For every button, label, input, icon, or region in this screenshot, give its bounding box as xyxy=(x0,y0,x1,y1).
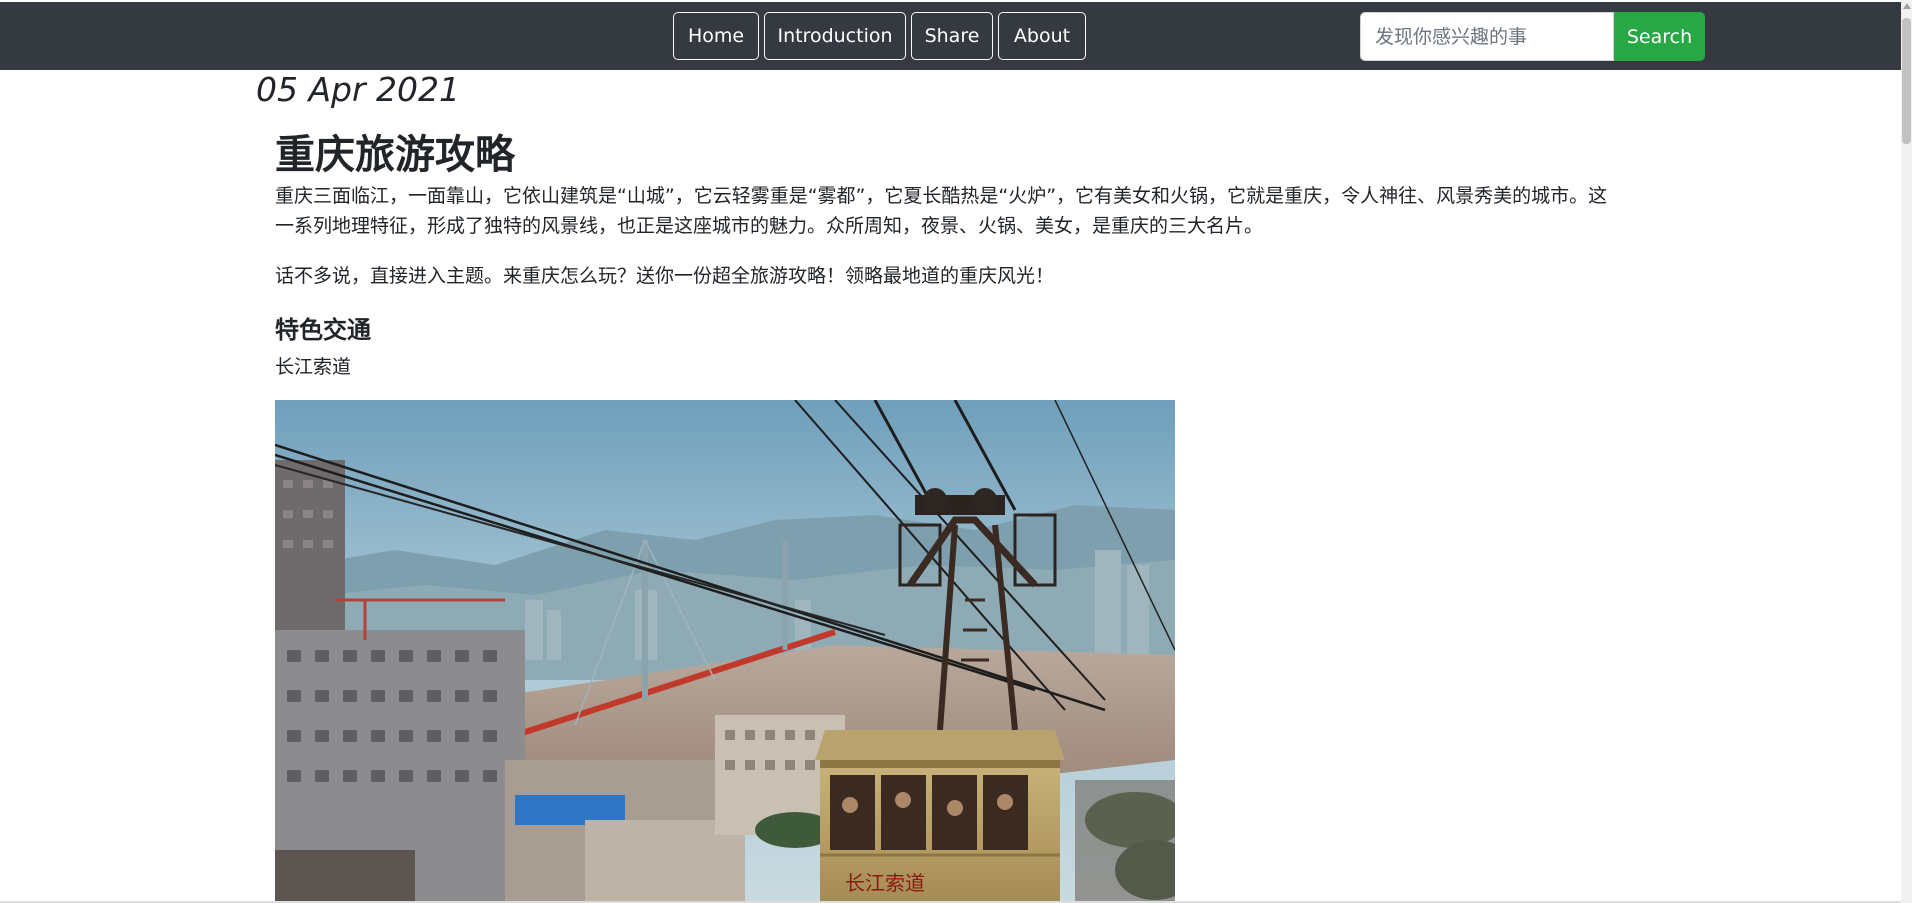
cabin-sign-text: 长江索道 xyxy=(845,871,925,895)
nav-introduction-button[interactable]: Introduction xyxy=(764,12,906,60)
nav-share-button[interactable]: Share xyxy=(911,12,993,60)
scroll-up-arrow-icon[interactable] xyxy=(1903,3,1911,9)
nav-about-button[interactable]: About xyxy=(998,12,1086,60)
article-intro-paragraph: 重庆三面临江，一面靠山，它依山建筑是“山城”，它云轻雾重是“雾都”，它夏长酷热是… xyxy=(275,185,1608,237)
search-input[interactable] xyxy=(1360,12,1614,61)
section-heading: 特色交通 xyxy=(275,316,371,344)
search-button[interactable]: Search xyxy=(1614,12,1705,61)
article-title: 重庆旅游攻略 xyxy=(275,132,515,178)
item-title: 长江索道 xyxy=(275,356,352,378)
scrollbar-thumb[interactable] xyxy=(1902,18,1911,144)
post-date: 05 Apr 2021 xyxy=(256,70,461,109)
nav-home-button[interactable]: Home xyxy=(673,12,759,60)
top-navbar: Home Introduction Share About Search xyxy=(0,2,1901,70)
yangtze-cableway-photo: 长江索道 xyxy=(275,400,1175,903)
article-lead-paragraph: 话不多说，直接进入主题。来重庆怎么玩？送你一份超全旅游攻略！领略最地道的重庆风光… xyxy=(275,265,1055,287)
